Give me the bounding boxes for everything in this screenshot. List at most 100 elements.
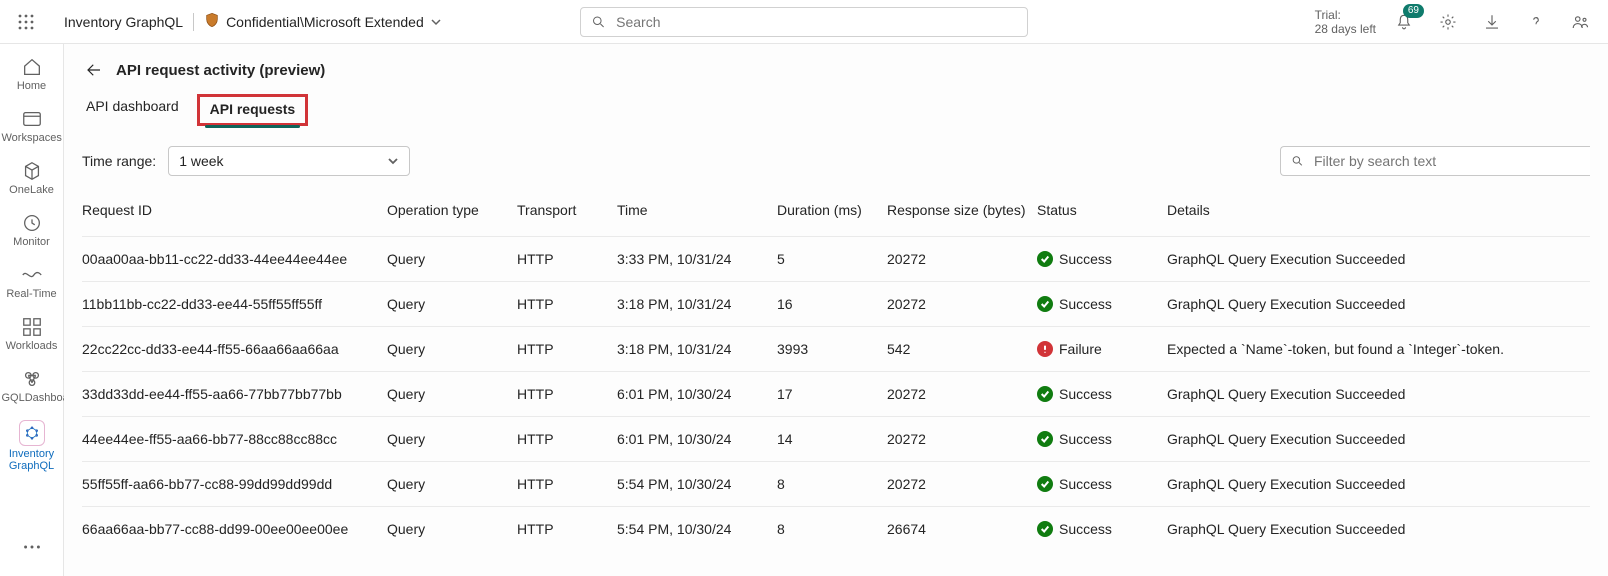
cell-time: 3:18 PM, 10/31/24 — [617, 327, 777, 372]
nav-label: GQLDashboard — [2, 392, 62, 404]
sensitivity-text: Confidential\Microsoft Extended — [226, 14, 424, 30]
nav-workspaces[interactable]: Workspaces — [0, 102, 64, 154]
table-row[interactable]: 33dd33dd-ee44-ff55-aa66-77bb77bb77bbQuer… — [82, 372, 1590, 417]
table-row[interactable]: 66aa66aa-bb77-cc88-dd99-00ee00ee00eeQuer… — [82, 507, 1590, 552]
cell-response-size: 20272 — [887, 417, 1037, 462]
graphql-app-icon — [19, 420, 45, 446]
page-header: API request activity (preview) — [82, 58, 1590, 82]
back-button[interactable] — [82, 58, 106, 82]
nav-label: Real-Time — [6, 288, 56, 300]
table-row[interactable]: 11bb11bb-cc22-dd33-ee44-55ff55ff55ffQuer… — [82, 282, 1590, 327]
cell-operation-type: Query — [387, 372, 517, 417]
highlight-box: API requests — [197, 94, 309, 126]
table-row[interactable]: 44ee44ee-ff55-aa66-bb77-88cc88cc88ccQuer… — [82, 417, 1590, 462]
time-range-label: Time range: — [82, 153, 156, 169]
page-title: API request activity (preview) — [116, 62, 325, 79]
cell-status: Success — [1037, 237, 1167, 282]
nav-onelake[interactable]: OneLake — [0, 154, 64, 206]
cell-details: GraphQL Query Execution Succeeded — [1167, 462, 1590, 507]
cell-duration: 8 — [777, 462, 887, 507]
cell-operation-type: Query — [387, 417, 517, 462]
cell-details: GraphQL Query Execution Succeeded — [1167, 282, 1590, 327]
col-time[interactable]: Time — [617, 194, 777, 237]
cell-response-size: 20272 — [887, 282, 1037, 327]
time-range-control: Time range: 1 week — [82, 146, 410, 176]
download-button[interactable] — [1476, 6, 1508, 38]
col-request-id[interactable]: Request ID — [82, 194, 387, 237]
table-row[interactable]: 55ff55ff-aa66-bb77-cc88-99dd99dd99ddQuer… — [82, 462, 1590, 507]
app-name-label[interactable]: Inventory GraphQL — [64, 14, 183, 30]
time-range-select[interactable]: 1 week — [168, 146, 410, 176]
nav-gqldashboard[interactable]: GQLDashboard — [0, 362, 64, 414]
shield-icon — [204, 12, 220, 31]
trial-info[interactable]: Trial: 28 days left — [1315, 8, 1376, 36]
nav-inventory-graphql[interactable]: Inventory GraphQL — [0, 414, 64, 482]
topbar: Inventory GraphQL Confidential\Microsoft… — [0, 0, 1608, 44]
global-search[interactable] — [580, 7, 1028, 37]
col-response-size[interactable]: Response size (bytes) — [887, 194, 1037, 237]
status-text: Success — [1059, 296, 1112, 312]
nav-workloads[interactable]: Workloads — [0, 310, 64, 362]
divider — [193, 13, 194, 31]
settings-button[interactable] — [1432, 6, 1464, 38]
cell-time: 3:33 PM, 10/31/24 — [617, 237, 777, 282]
cell-status: Success — [1037, 372, 1167, 417]
col-details[interactable]: Details — [1167, 194, 1590, 237]
status-text: Success — [1059, 476, 1112, 492]
cell-operation-type: Query — [387, 327, 517, 372]
tab-label: API dashboard — [86, 98, 179, 114]
filter-input[interactable] — [1312, 152, 1580, 170]
col-status[interactable]: Status — [1037, 194, 1167, 237]
table-row[interactable]: 00aa00aa-bb11-cc22-dd33-44ee44ee44eeQuer… — [82, 237, 1590, 282]
cell-duration: 14 — [777, 417, 887, 462]
home-icon — [21, 56, 43, 78]
cell-status: Success — [1037, 417, 1167, 462]
trial-line2: 28 days left — [1315, 22, 1376, 36]
breadcrumb: Inventory GraphQL Confidential\Microsoft… — [64, 12, 442, 31]
account-button[interactable] — [1564, 6, 1596, 38]
filter-search[interactable] — [1280, 146, 1590, 176]
table-row[interactable]: 22cc22cc-dd33-ee44-ff55-66aa66aa66aaQuer… — [82, 327, 1590, 372]
app-launcher-icon[interactable] — [8, 4, 44, 40]
cell-time: 3:18 PM, 10/31/24 — [617, 282, 777, 327]
search-icon — [1291, 154, 1304, 168]
nav-more[interactable] — [0, 530, 64, 568]
success-icon — [1037, 296, 1053, 312]
help-button[interactable] — [1520, 6, 1552, 38]
col-duration[interactable]: Duration (ms) — [777, 194, 887, 237]
time-range-value: 1 week — [179, 153, 223, 169]
cell-status: Failure — [1037, 327, 1167, 372]
col-operation-type[interactable]: Operation type — [387, 194, 517, 237]
help-icon — [1527, 13, 1545, 31]
requests-table: Request ID Operation type Transport Time… — [82, 194, 1590, 551]
cell-transport: HTTP — [517, 237, 617, 282]
nav-label: OneLake — [9, 184, 54, 196]
topbar-right: Trial: 28 days left 69 — [1315, 6, 1600, 38]
nav-label: Monitor — [13, 236, 50, 248]
notification-badge: 69 — [1403, 4, 1424, 18]
cell-transport: HTTP — [517, 372, 617, 417]
nav-monitor[interactable]: Monitor — [0, 206, 64, 258]
cell-transport: HTTP — [517, 507, 617, 552]
notifications-button[interactable]: 69 — [1388, 6, 1420, 38]
cell-time: 5:54 PM, 10/30/24 — [617, 507, 777, 552]
leftnav: Home Workspaces OneLake Monitor Real-Tim… — [0, 44, 64, 576]
global-search-input[interactable] — [614, 13, 1017, 31]
nav-home[interactable]: Home — [0, 50, 64, 102]
status-text: Success — [1059, 251, 1112, 267]
tab-api-requests[interactable]: API requests — [205, 92, 301, 130]
tab-api-dashboard[interactable]: API dashboard — [84, 92, 181, 130]
cell-response-size: 20272 — [887, 462, 1037, 507]
col-transport[interactable]: Transport — [517, 194, 617, 237]
download-icon — [1483, 13, 1501, 31]
cell-details: Expected a `Name`-token, but found a `In… — [1167, 327, 1590, 372]
chevron-down-icon — [387, 155, 399, 167]
nav-realtime[interactable]: Real-Time — [0, 258, 64, 310]
success-icon — [1037, 431, 1053, 447]
cell-duration: 8 — [777, 507, 887, 552]
tabs: API dashboard API requests — [82, 92, 1590, 130]
sensitivity-label[interactable]: Confidential\Microsoft Extended — [204, 12, 442, 31]
success-icon — [1037, 476, 1053, 492]
cell-operation-type: Query — [387, 507, 517, 552]
cell-response-size: 26674 — [887, 507, 1037, 552]
